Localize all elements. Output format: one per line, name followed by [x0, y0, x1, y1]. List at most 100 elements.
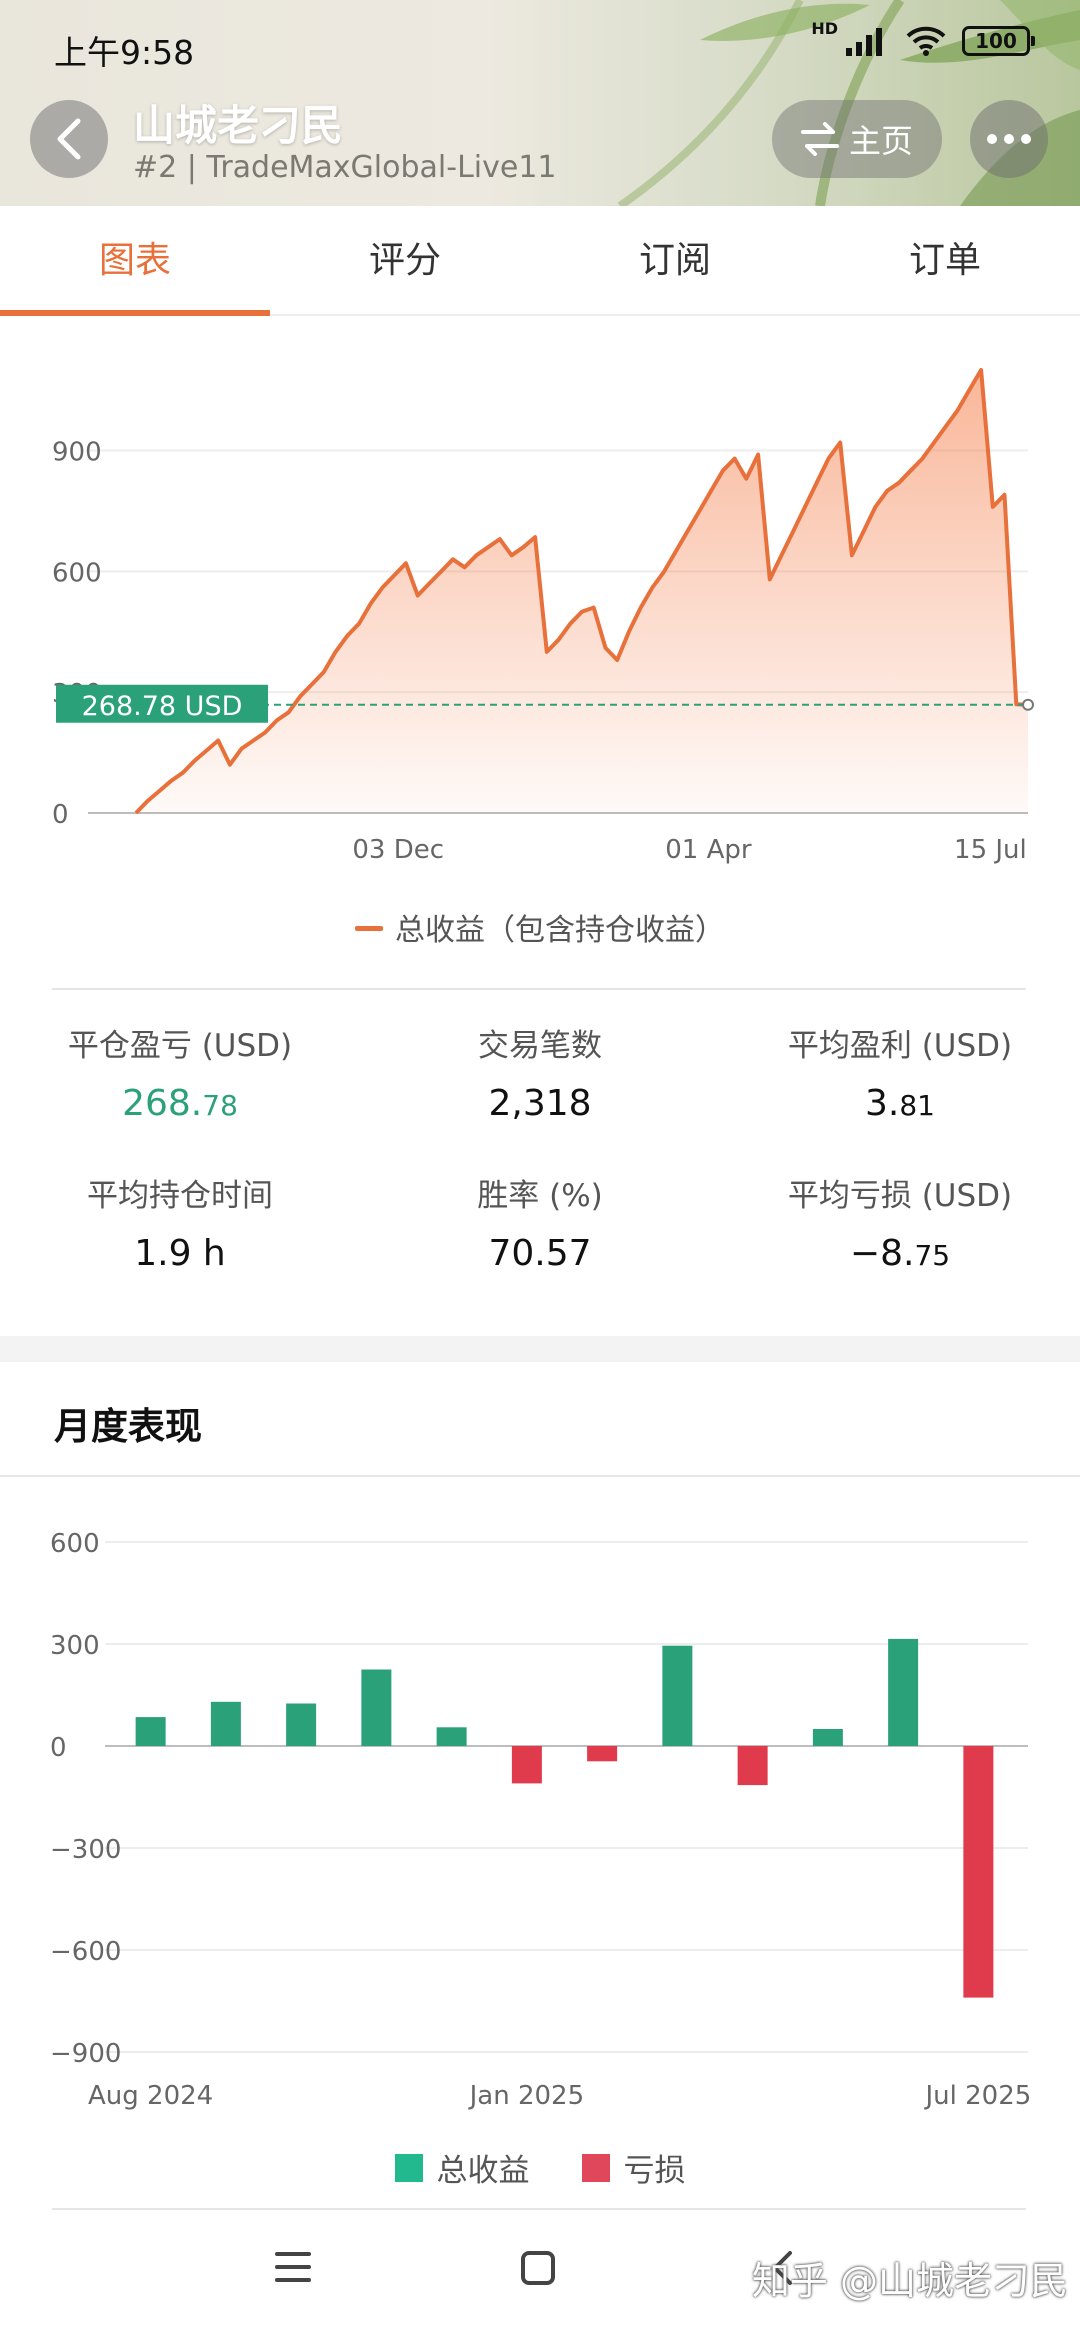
account-subtitle: #2 | TradeMaxGlobal-Live11	[133, 150, 557, 185]
bar-profit	[135, 1717, 166, 1746]
stat-value-main: −8.	[849, 1233, 915, 1274]
last-point-marker	[1022, 698, 1034, 711]
stat-value: −8.75	[720, 1233, 1080, 1274]
legend-swatch	[355, 926, 383, 931]
current-value-label: 268.78 USD	[82, 691, 243, 722]
stat-win-rate: 胜率 (%) 70.57	[360, 1170, 720, 1274]
bar-profit	[888, 1638, 919, 1746]
home-button-label: 主页	[848, 122, 913, 160]
legend-item-profit[interactable]: 总收益	[394, 2145, 530, 2190]
stat-value-main: 1.9 h	[134, 1233, 226, 1274]
y-tick-label: −900	[50, 2039, 121, 2069]
bar-profit	[361, 1669, 392, 1746]
tab-rating[interactable]: 评分	[270, 206, 540, 314]
bar-profit	[662, 1645, 693, 1746]
stat-value-main: 3.	[865, 1083, 900, 1124]
legend-item-loss[interactable]: 亏损	[581, 2145, 686, 2190]
stat-avg-holding-time: 平均持仓时间 1.9 h	[0, 1170, 360, 1274]
swap-icon	[800, 122, 839, 156]
y-tick-label: 0	[52, 800, 69, 830]
more-dot-icon	[1021, 134, 1031, 144]
stat-value-main: 268.	[122, 1083, 203, 1124]
main-chart-legend: 总收益（包含持仓收益）	[0, 905, 1080, 949]
more-dot-icon	[1004, 134, 1014, 144]
bar-profit	[812, 1729, 843, 1746]
stat-value: 1.9 h	[0, 1233, 360, 1274]
home-button[interactable]: 主页	[772, 100, 942, 178]
x-tick-label: 03 Dec	[352, 835, 444, 865]
x-tick-label: Jan 2025	[468, 2081, 585, 2111]
hd-indicator: HD	[811, 19, 838, 38]
bar-profit	[286, 1703, 317, 1746]
total-profit-chart[interactable]: 030060090003 Dec01 Apr15 Jul268.78 USD	[0, 330, 1080, 890]
y-tick-label: −300	[50, 1835, 121, 1865]
chevron-left-icon	[57, 118, 81, 160]
stat-value: 70.57	[360, 1233, 720, 1274]
profile-header: 上午9:58 HD 100 山城老刁民 #2 | TradeMaxGlobal-…	[0, 0, 1080, 206]
bar-loss	[511, 1746, 542, 1784]
stat-value-main: 70.57	[488, 1233, 592, 1274]
tab-subscription[interactable]: 订阅	[540, 206, 810, 314]
status-time: 上午9:58	[54, 33, 195, 72]
status-bar: 上午9:58 HD 100	[0, 0, 1080, 90]
wifi-icon	[906, 26, 946, 56]
stat-trade-count: 交易笔数 2,318	[360, 1020, 720, 1124]
x-tick-label: Aug 2024	[88, 2081, 213, 2111]
status-icons: HD 100	[811, 21, 1035, 56]
section-separator	[0, 1336, 1080, 1362]
legend-swatch-profit	[394, 2153, 423, 2182]
monthly-chart-legend: 总收益 亏损	[0, 2145, 1080, 2190]
legend-label: 总收益	[436, 2153, 530, 2189]
watermark: 知乎 @山城老刁民	[751, 2259, 1068, 2303]
bar-profit	[436, 1727, 467, 1746]
stat-value: 3.81	[720, 1083, 1080, 1124]
divider	[52, 988, 1026, 990]
stat-value: 268.78	[0, 1083, 360, 1124]
stat-value-decimals: 75	[914, 1239, 951, 1272]
stat-label: 平均亏损 (USD)	[787, 1178, 1013, 1214]
tab-bar: 图表 评分 订阅 订单	[0, 206, 1080, 316]
x-tick-label: Jul 2025	[923, 2081, 1031, 2111]
stat-label: 胜率 (%)	[477, 1178, 603, 1214]
stat-value: 2,318	[360, 1083, 720, 1124]
bar-loss	[587, 1746, 618, 1762]
tab-chart[interactable]: 图表	[0, 206, 270, 316]
page-title: 山城老刁民	[133, 101, 344, 150]
stat-label: 平均持仓时间	[87, 1178, 273, 1214]
stat-label: 平均盈利 (USD)	[787, 1028, 1013, 1064]
y-tick-label: 600	[52, 558, 102, 588]
x-tick-label: 01 Apr	[665, 835, 752, 865]
x-tick-label: 15 Jul	[954, 835, 1027, 865]
battery-icon: 100	[962, 26, 1035, 56]
bar-profit	[210, 1701, 241, 1746]
bar-loss	[963, 1746, 994, 1998]
home-nav-icon[interactable]	[520, 2250, 556, 2286]
bar-loss	[737, 1746, 768, 1786]
y-tick-label: −600	[50, 1937, 121, 1967]
stat-avg-profit: 平均盈利 (USD) 3.81	[720, 1020, 1080, 1124]
signal-icon	[846, 28, 882, 56]
menu-icon[interactable]	[275, 2250, 311, 2284]
stat-closed-pnl: 平仓盈亏 (USD) 268.78	[0, 1020, 360, 1124]
back-button[interactable]	[30, 100, 108, 178]
stat-value-decimals: 81	[899, 1089, 935, 1122]
legend-swatch-loss	[581, 2153, 610, 2182]
more-options-button[interactable]	[970, 100, 1048, 178]
stat-value-main: 2,318	[488, 1083, 592, 1124]
profit-area	[136, 370, 1028, 813]
more-dot-icon	[987, 134, 997, 144]
divider	[0, 1475, 1080, 1477]
tab-orders[interactable]: 订单	[810, 206, 1080, 314]
stat-value-decimals: 78	[202, 1089, 238, 1122]
monthly-performance-chart[interactable]: 600 300 0 −300 −600 −900 Aug 2024 Jan 2025 Jul 2…	[0, 1500, 1080, 2120]
y-tick-label: 0	[50, 1733, 67, 1763]
monthly-performance-title: 月度表现	[54, 1405, 202, 1448]
y-tick-label: 600	[50, 1529, 100, 1559]
legend-label: 总收益（包含持仓收益）	[395, 913, 725, 948]
y-tick-label: 300	[50, 1631, 100, 1661]
stat-label: 交易笔数	[478, 1028, 602, 1064]
legend-label: 亏损	[623, 2153, 686, 2189]
stat-avg-loss: 平均亏损 (USD) −8.75	[720, 1170, 1080, 1274]
stat-label: 平仓盈亏 (USD)	[67, 1028, 293, 1064]
y-tick-label: 900	[52, 438, 102, 468]
